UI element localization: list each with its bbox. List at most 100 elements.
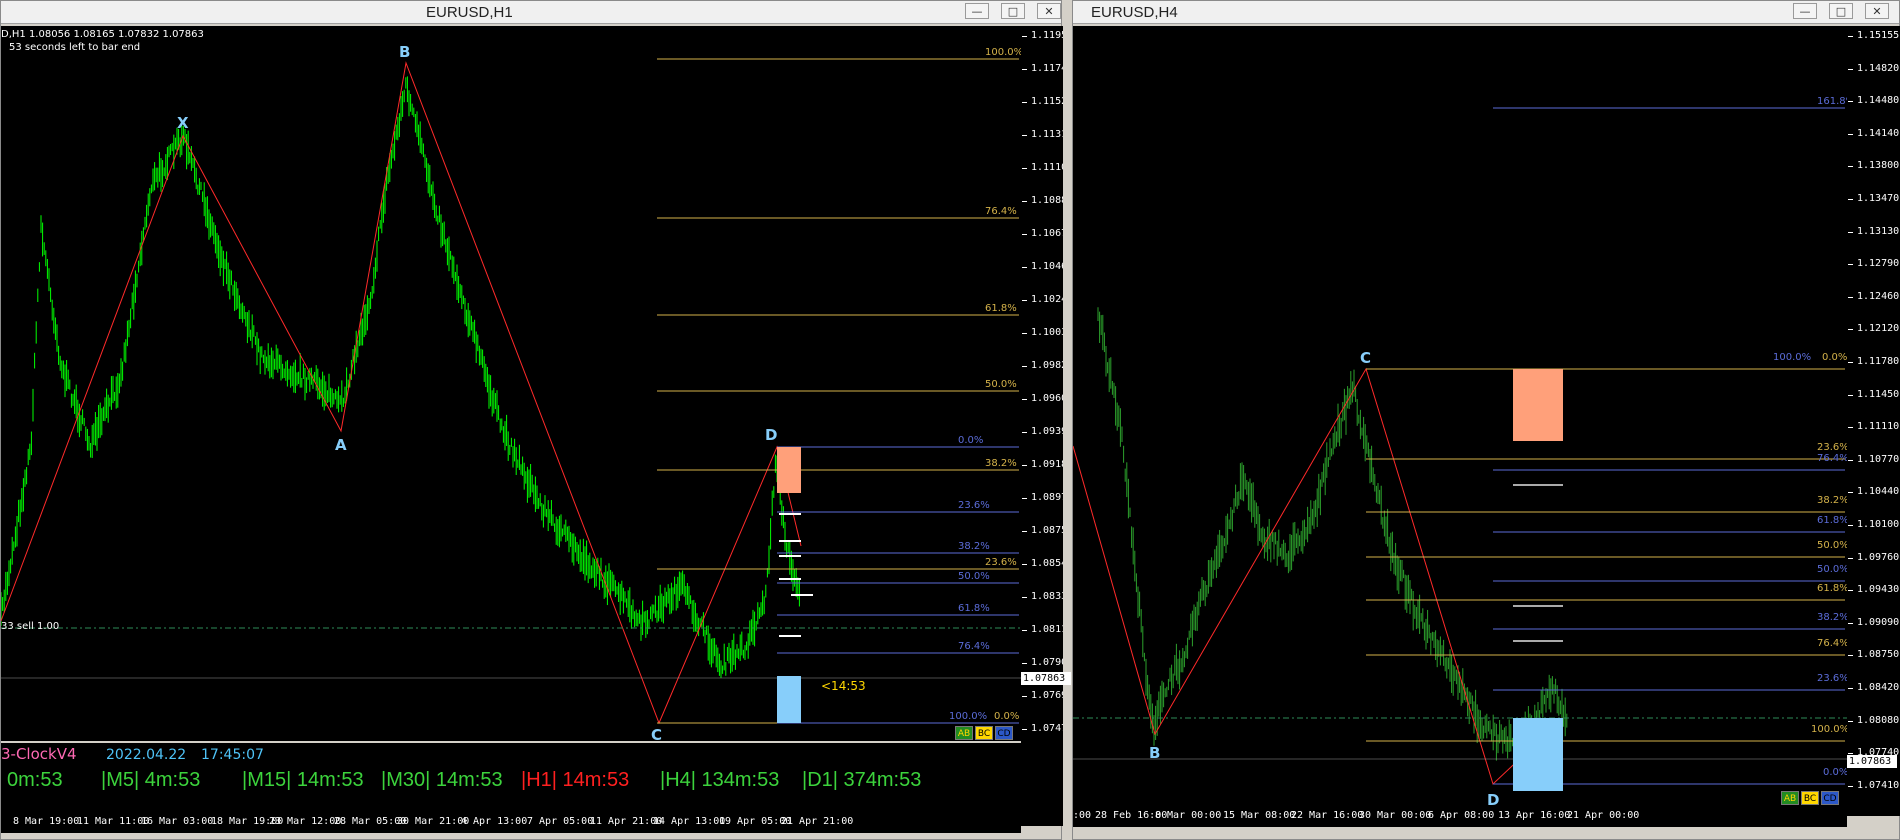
- clock-m1: 0m:53: [7, 769, 63, 791]
- candles: [1, 76, 800, 678]
- fib-level-label: 0.0%: [1823, 767, 1847, 778]
- current-price-tag: 1.07863: [1021, 672, 1071, 685]
- chart-window-h1[interactable]: EURUSD,H1 — □ ✕ D,H1 1.08056 1.08165 1.0…: [0, 0, 1071, 840]
- price-tick: 1.07410: [1847, 779, 1900, 791]
- clock-d1: |D1| 374m:53: [802, 769, 922, 791]
- price-tick: 1.09605: [1021, 393, 1063, 404]
- time-tick: 11 Mar 11:00: [77, 816, 150, 827]
- maximize-button[interactable]: □: [1001, 3, 1025, 19]
- fib-level-label: 50.0%: [985, 379, 1017, 390]
- chart-window-h4[interactable]: EURUSD,H4 — □ ✕ C B D 161.8%100.0%0.0%23…: [1072, 0, 1900, 840]
- maximize-button[interactable]: □: [1829, 3, 1853, 19]
- price-tick: 1.11780: [1847, 356, 1900, 367]
- price-tick: 1.13800: [1847, 160, 1900, 172]
- price-tick: 1.08330: [1021, 591, 1063, 602]
- price-tick: 1.09090: [1847, 616, 1900, 628]
- titlebar-h1[interactable]: EURUSD,H1 — □ ✕: [1, 1, 1061, 24]
- price-tick: 1.07900: [1021, 657, 1063, 668]
- price-tick: 1.14480: [1847, 95, 1900, 107]
- price-tick: 1.09760: [1847, 551, 1900, 563]
- price-tick: 1.08970: [1021, 492, 1063, 503]
- fib-level-label: 100.0%: [1773, 352, 1812, 363]
- fib-level-label: 61.8%: [1817, 583, 1847, 594]
- time-tick: 4 Apr 13:00: [461, 816, 528, 827]
- clock-m30: |M30| 14m:53: [381, 769, 503, 791]
- close-button[interactable]: ✕: [1865, 3, 1889, 19]
- point-b-label: B: [1149, 744, 1161, 762]
- badge-cd[interactable]: CD: [1821, 791, 1839, 805]
- price-tick: 1.12790: [1847, 258, 1900, 270]
- time-tick: 8 Mar 19:00: [13, 816, 80, 827]
- fib-level-label: 100.0%: [985, 47, 1021, 58]
- badge-ab[interactable]: AB: [1781, 791, 1799, 805]
- fib-level-label: 61.8%: [958, 603, 990, 614]
- price-tick: 1.10100: [1847, 519, 1900, 530]
- fib-level-label: 23.6%: [958, 500, 990, 511]
- fib-level-label: 23.6%: [985, 557, 1017, 568]
- minimize-button[interactable]: —: [965, 3, 989, 19]
- price-tick: 1.08540: [1021, 558, 1063, 569]
- bar-countdown: <14:53: [821, 679, 866, 693]
- price-tick: 1.10675: [1021, 228, 1063, 239]
- fib-level-label: 38.2%: [985, 458, 1017, 469]
- price-tick: 1.10440: [1847, 486, 1900, 498]
- buy-zone-box: [777, 676, 801, 723]
- fib-level-label: 50.0%: [958, 571, 990, 582]
- price-scale-h1[interactable]: 1.11955 1.11740 1.11525 1.11315 1.11100 1.108…: [1021, 26, 1063, 826]
- fib-level-label: 38.2%: [1817, 612, 1847, 623]
- price-tick: 1.10035: [1021, 327, 1063, 338]
- fib-level-label: 76.4%: [1817, 638, 1847, 649]
- badge-ab[interactable]: AB: [955, 726, 973, 740]
- info-line: D,H1 1.08056 1.08165 1.07832 1.07863: [1, 29, 204, 40]
- time-scale-h4[interactable]: :00 28 Feb 16:00 8 Mar 00:00 15 Mar 08:00 22…: [1073, 807, 1847, 827]
- price-tick: 1.12460: [1847, 290, 1900, 302]
- minimize-button[interactable]: —: [1793, 3, 1817, 19]
- price-tick: 1.11955: [1021, 30, 1063, 41]
- time-tick: 11 Apr 21:00: [590, 816, 663, 827]
- price-tick: 1.08750: [1847, 649, 1900, 661]
- price-tick: 1.08755: [1021, 525, 1063, 536]
- price-tick: 1.12120: [1847, 323, 1900, 335]
- price-tick: 1.11525: [1021, 96, 1063, 107]
- time-tick: 30 Mar 00:00: [1359, 810, 1432, 821]
- clock-name: 3-ClockV4: [1, 745, 77, 763]
- clock-indicator-panel: 3-ClockV4 2022.04.22 17:45:07 0m:53 |M5|…: [1, 743, 1021, 813]
- sell-order-label: 33 sell 1.00: [1, 621, 60, 632]
- price-chart-h4[interactable]: C B D 161.8%100.0%0.0%23.6%76.4%38.2%61.…: [1073, 26, 1847, 816]
- time-tick: 13 Apr 16:00: [1498, 810, 1571, 821]
- time-tick: 15 Mar 08:00: [1223, 810, 1296, 821]
- time-scale-h1[interactable]: 8 Mar 19:00 11 Mar 11:00 16 Mar 03:00 18 Ma…: [1, 813, 1021, 833]
- xabcd-zigzag: [1, 61, 802, 725]
- close-button[interactable]: ✕: [1037, 3, 1061, 19]
- fib-level-label: 61.8%: [1817, 515, 1847, 526]
- price-tick: 1.08115: [1021, 624, 1063, 635]
- fib-level-label: 50.0%: [1817, 564, 1847, 575]
- time-tick: 6 Apr 08:00: [1428, 810, 1495, 821]
- fib-level-label: 0.0%: [958, 435, 984, 446]
- point-b-label: B: [399, 43, 411, 61]
- time-tick: 7 Apr 05:00: [527, 816, 594, 827]
- titlebar-h4[interactable]: EURUSD,H4 — □ ✕: [1073, 1, 1899, 24]
- time-tick: 16 Mar 03:00: [141, 816, 214, 827]
- badge-bc[interactable]: BC: [975, 726, 993, 740]
- price-tick: 1.13470: [1847, 193, 1900, 204]
- time-tick: 23 Mar 12:00: [269, 816, 342, 827]
- time-tick: 22 Mar 16:00: [1291, 810, 1364, 821]
- fib-level-label: 23.6%: [1817, 673, 1847, 684]
- clock-h4: |H4| 134m:53: [660, 769, 780, 791]
- fib-level-label: 38.2%: [1817, 495, 1847, 506]
- price-tick: 1.09395: [1021, 426, 1063, 437]
- point-c-label: C: [651, 726, 663, 741]
- fib-level-label: 61.8%: [985, 303, 1017, 314]
- price-tick: 1.07690: [1021, 690, 1063, 701]
- clock-m5: |M5| 4m:53: [101, 769, 201, 791]
- badge-bc[interactable]: BC: [1801, 791, 1819, 805]
- price-tick: 1.15155: [1847, 30, 1900, 41]
- fib-level-label: 50.0%: [1817, 540, 1847, 551]
- price-chart-h1[interactable]: D,H1 1.08056 1.08165 1.07832 1.07863 53 …: [1, 26, 1021, 741]
- badge-cd[interactable]: CD: [995, 726, 1013, 740]
- price-scale-h4[interactable]: 1.15155 1.14820 1.14480 1.14140 1.13800 1.134…: [1847, 26, 1900, 816]
- price-tick: 1.08080: [1847, 714, 1900, 726]
- current-price-tag: 1.07863: [1847, 755, 1897, 768]
- price-tick: 1.09820: [1021, 360, 1063, 371]
